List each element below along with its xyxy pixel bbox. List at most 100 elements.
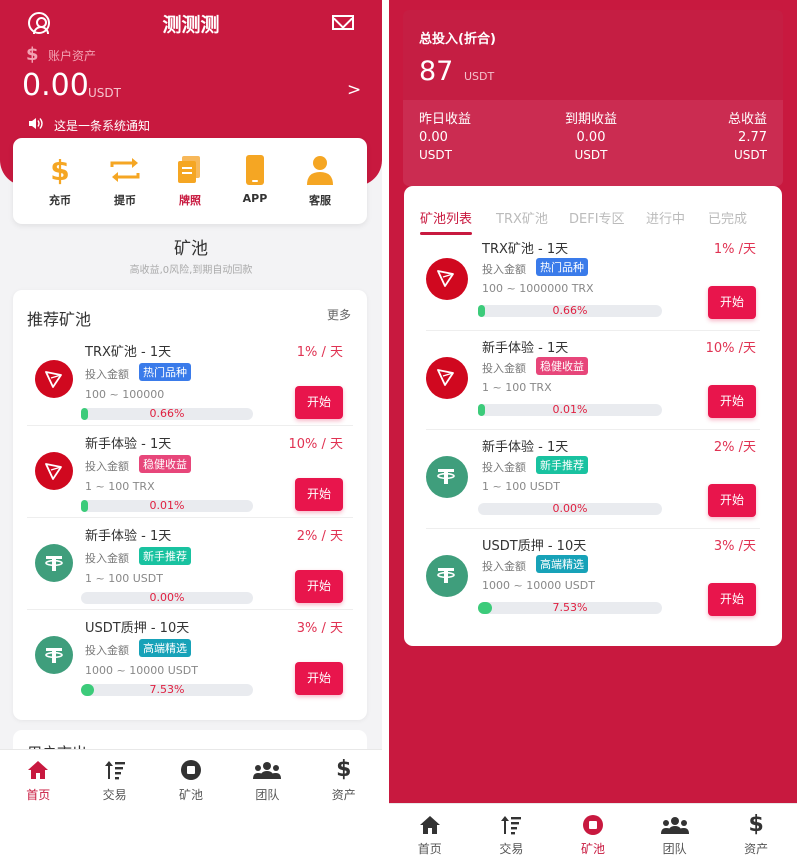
pool-tag: 热门品种 <box>139 363 191 381</box>
system-notice[interactable]: 这是一条系统通知 <box>54 117 150 134</box>
pool-row: 新手体验 - 1天 10% / 天投入金额 稳健收益 1 ~ 100 TRX 0.01%… <box>27 426 353 518</box>
usdt-coin-icon <box>35 544 73 582</box>
quick-action-license[interactable]: 牌照 <box>160 152 220 208</box>
account-label: 账户资产 <box>48 49 97 63</box>
progress-bar: 7.53% <box>478 602 662 614</box>
bottom-tab-bar: 首页 交易 矿池 团队 $ 资产 <box>0 749 382 860</box>
stat-maturity: 到期收益 0.00 USDT <box>561 108 621 165</box>
progress-bar: 0.00% <box>81 592 253 604</box>
dollar-icon: $ <box>336 757 352 782</box>
tab-label: 交易 <box>499 842 524 856</box>
invest-range: 1000 ~ 10000 USDT <box>85 664 198 677</box>
stat-unit: USDT <box>419 148 452 162</box>
pool-name: 新手体验 - 1天 <box>85 437 172 452</box>
tab-pool-list[interactable]: 矿池列表 <box>420 208 473 235</box>
quick-action-label: APP <box>242 192 268 205</box>
pool-row: USDT质押 - 10天 3% /天 投入金额 高端精选 1000 ~ 10000 US… <box>426 529 760 628</box>
speaker-icon <box>28 117 44 134</box>
invest-range: 1000 ~ 10000 USDT <box>482 579 595 592</box>
tab-label: 资产 <box>331 788 356 802</box>
trx-coin-icon <box>35 452 73 490</box>
trx-coin-icon <box>426 357 468 399</box>
start-button[interactable]: 开始 <box>295 386 343 419</box>
progress-text: 0.01% <box>552 403 588 416</box>
tab-stop-circle[interactable]: 矿池 <box>153 750 229 860</box>
start-button[interactable]: 开始 <box>295 662 343 695</box>
pool-row: TRX矿池 - 1天 1% /天 投入金额 热门品种 100 ~ 1000000 TRX… <box>426 232 760 331</box>
account-unit: USDT <box>88 86 121 100</box>
section-subtitle: 高收益,0风险,到期自动回款 <box>129 265 253 276</box>
pool-row: 新手体验 - 1天 10% /天 投入金额 稳健收益 1 ~ 100 TRX 0.01% 开… <box>426 331 760 430</box>
progress-bar: 0.66% <box>478 305 662 317</box>
quick-actions: $ 充币 提币 牌照 APP 客服 <box>13 138 367 224</box>
team-icon <box>634 813 716 837</box>
tab-sort[interactable]: 交易 <box>471 804 553 860</box>
tab-in-progress[interactable]: 进行中 <box>646 208 685 227</box>
tab-sort[interactable]: 交易 <box>76 750 152 860</box>
stat-total: 总收益 2.77 USDT <box>728 108 767 165</box>
pool-rate: 2% / 天 <box>296 529 343 544</box>
quick-action-label: 提币 <box>114 194 136 207</box>
tab-home[interactable]: 首页 <box>389 804 471 860</box>
tab-defi[interactable]: DEFI专区 <box>569 208 625 227</box>
tab-team[interactable]: 团队 <box>229 750 305 860</box>
filter-tabs: 矿池列表 TRX矿池 DEFI专区 进行中 已完成 <box>420 208 770 235</box>
quick-action-app[interactable]: APP <box>225 152 285 205</box>
progress-text: 0.00% <box>149 591 185 604</box>
stat-value: 0.00 <box>419 130 448 145</box>
pool-rate: 3% /天 <box>713 539 756 554</box>
pool-tag: 热门品种 <box>536 258 588 276</box>
sort-icon <box>76 758 152 782</box>
start-button[interactable]: 开始 <box>708 583 756 616</box>
tab-home[interactable]: 首页 <box>0 750 76 860</box>
quick-action-withdraw[interactable]: 提币 <box>95 152 155 208</box>
progress-bar: 0.66% <box>81 408 253 420</box>
tab-trx-pool[interactable]: TRX矿池 <box>496 208 548 227</box>
quick-action-deposit[interactable]: $ 充币 <box>30 152 90 208</box>
more-link[interactable]: 更多 <box>327 306 351 323</box>
total-invest-label: 总投入(折合) <box>419 32 496 47</box>
section-title: 矿池 <box>174 239 208 259</box>
tab-dollar[interactable]: $ 资产 <box>306 750 382 860</box>
stat-yesterday: 昨日收益 0.00 USDT <box>419 108 471 165</box>
account-amount: 0.00 <box>22 68 89 103</box>
invest-range: 1 ~ 100 TRX <box>482 381 552 394</box>
invest-range: 100 ~ 1000000 TRX <box>482 282 594 295</box>
tab-completed[interactable]: 已完成 <box>708 208 747 227</box>
sort-icon <box>471 813 553 837</box>
trx-coin-icon <box>426 258 468 300</box>
stat-label: 到期收益 <box>564 112 617 127</box>
pool-rate: 3% / 天 <box>296 621 343 636</box>
start-button[interactable]: 开始 <box>295 478 343 511</box>
pool-row: 新手体验 - 1天 2% /天 投入金额 新手推荐 1 ~ 100 USDT 0.00% 开… <box>426 430 760 529</box>
progress-text: 7.53% <box>552 601 588 614</box>
start-button[interactable]: 开始 <box>708 385 756 418</box>
progress-bar: 0.00% <box>478 503 662 515</box>
tab-dollar[interactable]: $ 资产 <box>715 804 797 860</box>
progress-text: 0.66% <box>149 407 185 420</box>
team-icon <box>229 758 305 782</box>
card-title: 推荐矿池 <box>27 310 92 329</box>
tab-label: 首页 <box>26 788 51 802</box>
screenshot-root: 测测测 $ 账户资产 0.00 USDT > 这是一条系统通知 $ 充币 提币 <box>0 0 797 860</box>
start-button[interactable]: 开始 <box>708 484 756 517</box>
divider <box>382 0 389 860</box>
usdt-coin-icon <box>426 555 468 597</box>
start-button[interactable]: 开始 <box>708 286 756 319</box>
tab-label: 交易 <box>102 788 127 802</box>
pool-tag: 高端精选 <box>536 555 588 573</box>
pool-tag: 稳健收益 <box>139 455 191 473</box>
tab-label: 矿池 <box>580 842 605 856</box>
mail-icon[interactable] <box>332 15 354 30</box>
invest-range: 1 ~ 100 TRX <box>85 480 155 493</box>
invest-range: 1 ~ 100 USDT <box>85 572 163 585</box>
chevron-right-icon[interactable]: > <box>347 80 361 100</box>
quick-action-support[interactable]: 客服 <box>290 152 350 208</box>
tab-stop-circle[interactable]: 矿池 <box>552 804 634 860</box>
pool-row: USDT质押 - 10天 3% / 天投入金额 高端精选 1000 ~ 10000 U… <box>27 610 353 702</box>
stat-label: 昨日收益 <box>419 112 472 127</box>
tab-team[interactable]: 团队 <box>634 804 716 860</box>
start-button[interactable]: 开始 <box>295 570 343 603</box>
stat-value: 2.77 <box>738 130 767 145</box>
quick-action-label: 充币 <box>49 194 71 207</box>
